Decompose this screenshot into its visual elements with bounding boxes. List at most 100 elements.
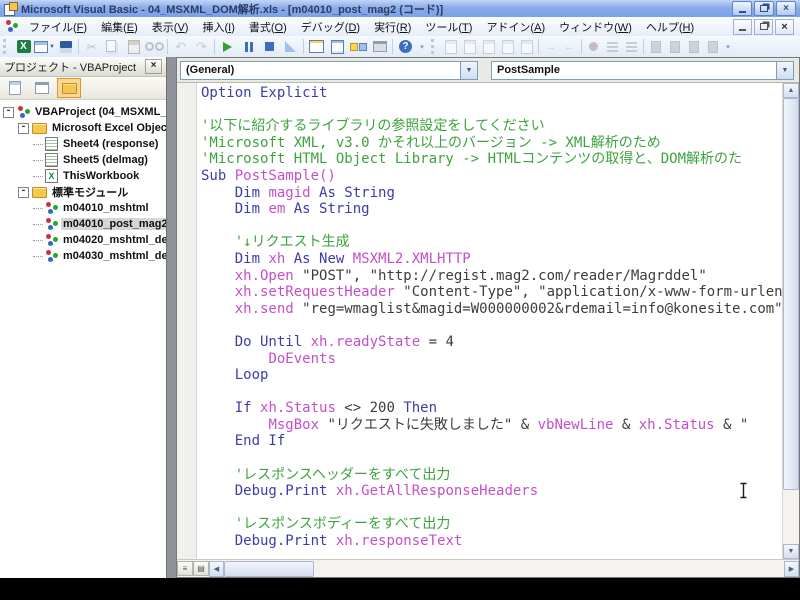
comment-block-icon[interactable] [603,37,622,56]
view-excel-icon[interactable]: X [13,37,34,56]
horizontal-scrollbar[interactable]: ◀ ▶ [209,561,799,577]
object-dropdown[interactable]: (General) ▼ [180,61,478,80]
menu-item-8[interactable]: アドイン(A) [479,17,552,37]
edit-toolbar-grip[interactable] [431,39,437,54]
vertical-scrollbar-thumb[interactable] [783,98,799,490]
scroll-down-icon[interactable]: ▼ [783,544,799,559]
view-code-icon[interactable] [3,78,27,98]
procedure-view-button[interactable]: ≡ [177,561,193,576]
code-line: Debug.Print xh.responseText [201,533,783,550]
mdi-minimize-icon[interactable] [733,19,752,35]
toolbar-options-icon[interactable]: ▾ [416,37,428,56]
next-bookmark-icon[interactable] [665,37,684,56]
run-icon[interactable] [217,37,238,56]
paste-icon[interactable] [123,37,144,56]
edit-toolbar-options-icon[interactable]: ▾ [722,37,734,56]
design-mode-icon[interactable] [280,37,301,56]
procedure-dropdown[interactable]: PostSample ▼ [491,61,794,80]
restore-icon[interactable] [754,1,774,16]
save-icon[interactable] [55,37,76,56]
code-line: xh.Open "POST", "http://regist.mag2.com/… [201,268,783,285]
toolbox-icon[interactable] [369,37,390,56]
tree-item-label: m04010_post_mag2 [61,218,166,230]
chevron-down-icon[interactable]: ▼ [460,62,477,79]
complete-word-icon[interactable] [517,37,536,56]
tree-connector [33,208,43,209]
menu-item-4[interactable]: 書式(O) [242,17,294,37]
tree-item-label: m04030_mshtml_delmag_ [61,250,166,262]
module-icon [45,250,58,262]
menu-item-7[interactable]: ツール(T) [418,17,479,37]
toolbar-grip[interactable] [3,39,9,54]
menu-item-2[interactable]: 表示(V) [145,17,196,37]
toggle-bookmark-icon[interactable] [646,37,665,56]
find-icon[interactable] [144,37,165,56]
scroll-right-icon[interactable]: ▶ [784,561,799,577]
minimize-icon[interactable] [732,1,752,16]
code-line: Loop [201,367,783,384]
indent-icon[interactable]: → [541,37,560,56]
cut-icon[interactable]: ✂ [81,37,102,56]
tree-item-label: Sheet5 (delmag) [61,154,150,166]
close-icon[interactable]: × [145,59,162,74]
menu-item-6[interactable]: 実行(R) [367,17,418,37]
project-explorer-toolbar [0,77,166,100]
full-module-view-button[interactable]: ▤ [193,561,209,576]
menu-item-9[interactable]: ウィンドウ(W) [552,17,639,37]
clear-bookmarks-icon[interactable] [703,37,722,56]
insert-userform-icon[interactable]: ▼ [34,37,55,56]
tree-expander-icon[interactable]: - [3,107,14,118]
help-icon[interactable]: ? [395,37,416,56]
tree-item-m04030_mshtml_delmag_[interactable]: m04030_mshtml_delmag_ [0,248,166,264]
tree-item-thisworkbook[interactable]: XThisWorkbook [0,168,166,184]
tree-item-m04010_mshtml[interactable]: m04010_mshtml [0,200,166,216]
scroll-left-icon[interactable]: ◀ [209,561,224,577]
toolbar-separator [581,39,582,54]
tree-item-m04010_post_mag2[interactable]: m04010_post_mag2 [0,216,166,232]
tree-connector [33,160,43,161]
object-browser-icon[interactable] [348,37,369,56]
tree-item-m04020_mshtml_delmag_[interactable]: m04020_mshtml_delmag_ [0,232,166,248]
tree-item-sheet5-delmag-[interactable]: Sheet5 (delmag) [0,152,166,168]
reset-icon[interactable] [259,37,280,56]
tree-item--[interactable]: -標準モジュール [0,184,166,200]
previous-bookmark-icon[interactable] [684,37,703,56]
menu-item-10[interactable]: ヘルプ(H) [639,17,701,37]
redo-icon[interactable]: ↷ [191,37,212,56]
scroll-up-icon[interactable]: ▲ [783,83,799,98]
copy-icon[interactable] [102,37,123,56]
toggle-breakpoint-icon[interactable] [584,37,603,56]
break-icon[interactable] [238,37,259,56]
horizontal-scrollbar-thumb[interactable] [224,561,314,577]
list-properties-icon[interactable] [441,37,460,56]
properties-window-icon[interactable] [327,37,348,56]
vertical-scrollbar[interactable]: ▲ ▼ [782,83,799,559]
code-editor[interactable]: Option Explicit'以下に紹介するライブラリの参照設定をしてください… [177,83,799,559]
tree-item-vbaproject-04_msxml_do[interactable]: -VBAProject (04_MSXML_DO [0,104,166,120]
tree-expander-icon[interactable]: - [18,187,29,198]
list-constants-icon[interactable] [460,37,479,56]
menu-item-3[interactable]: 挿入(I) [195,17,241,37]
tree-item-sheet4-response-[interactable]: Sheet4 (response) [0,136,166,152]
menu-item-0[interactable]: ファイル(F) [22,17,94,37]
quick-info-icon[interactable] [479,37,498,56]
code-line: DoEvents [201,351,783,368]
project-explorer-icon[interactable] [306,37,327,56]
parameter-info-icon[interactable] [498,37,517,56]
toggle-folders-icon[interactable] [57,78,81,98]
menu-item-5[interactable]: デバッグ(D) [294,17,367,37]
tree-item-microsoft-excel-objects[interactable]: -Microsoft Excel Objects [0,120,166,136]
mdi-restore-icon[interactable] [754,19,773,35]
menu-item-1[interactable]: 編集(E) [94,17,145,37]
uncomment-block-icon[interactable] [622,37,641,56]
undo-icon[interactable]: ↶ [170,37,191,56]
margin-indicator-bar[interactable] [177,83,197,559]
chevron-down-icon[interactable]: ▼ [776,62,793,79]
close-icon[interactable]: × [776,1,796,16]
tree-expander-icon[interactable]: - [18,123,29,134]
outdent-icon[interactable]: ← [560,37,579,56]
toolbar-separator [78,39,79,54]
view-object-icon[interactable] [30,78,54,98]
code-text[interactable]: Option Explicit'以下に紹介するライブラリの参照設定をしてください… [201,85,783,559]
mdi-close-icon[interactable]: × [775,19,794,35]
